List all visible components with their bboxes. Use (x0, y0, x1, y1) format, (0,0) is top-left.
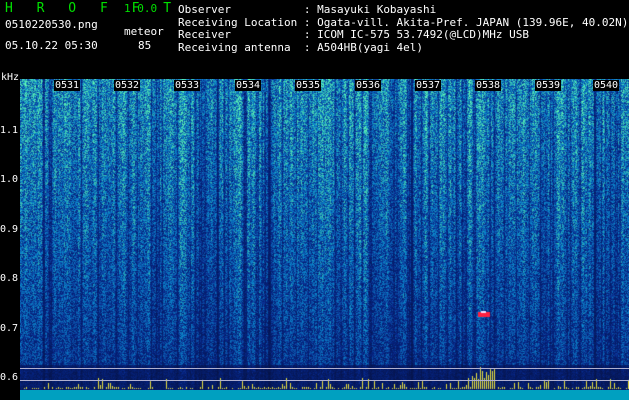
time-label: 0538 (475, 80, 502, 91)
baseline-strip (20, 390, 629, 400)
meteor-label: meteor (124, 25, 164, 38)
y-tick-label: 0.6 (0, 372, 19, 383)
station-row-antenna: Receiving antenna : A504HB(yagi 4el) (178, 40, 424, 54)
time-label: 0539 (535, 80, 562, 91)
station-info: Observer : Masayuki Kobayashi Receiving … (178, 3, 628, 54)
reference-line (20, 368, 629, 369)
time-label: 0536 (355, 80, 382, 91)
time-label: 0533 (174, 80, 201, 91)
time-label: 0532 (114, 80, 141, 91)
y-tick-label: 1.0 (0, 174, 19, 185)
time-label: 0535 (295, 80, 322, 91)
app-version: 1.0.0 (124, 2, 158, 15)
y-tick-label: 0.8 (0, 273, 19, 284)
y-tick-label: 0.7 (0, 323, 19, 334)
y-tick-label: 1.1 (0, 125, 19, 136)
time-label: 0534 (235, 80, 262, 91)
meteor-count: 85 (138, 39, 152, 52)
spectrogram (20, 79, 629, 400)
header-panel: H R O F F T 1.0.0 0510220530.png 05.10.2… (0, 0, 629, 78)
time-label: 0537 (415, 80, 442, 91)
time-label: 0531 (54, 80, 81, 91)
frequency-axis: 1.1 1.0 0.9 0.8 0.7 0.6 (0, 0, 22, 400)
time-label: 0540 (593, 80, 620, 91)
y-tick-label: 0.9 (0, 224, 19, 235)
reference-line (20, 380, 629, 381)
